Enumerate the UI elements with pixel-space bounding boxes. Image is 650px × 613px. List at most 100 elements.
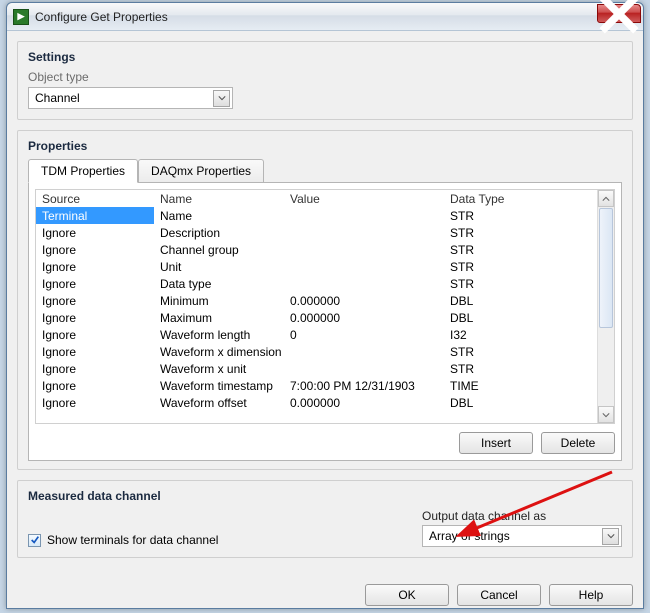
- cell-name[interactable]: Minimum: [154, 292, 284, 309]
- cell-datatype[interactable]: STR: [444, 343, 590, 360]
- table-row[interactable]: IgnoreData type STR: [36, 275, 590, 292]
- cell-source[interactable]: Ignore: [36, 275, 154, 292]
- scroll-up-button[interactable]: [598, 190, 614, 207]
- cell-source[interactable]: Terminal: [36, 207, 154, 224]
- properties-group: Properties TDM Properties DAQmx Properti…: [17, 130, 633, 470]
- scroll-thumb[interactable]: [599, 208, 613, 328]
- table-header-row: Source Name Value Data Type: [36, 190, 590, 207]
- table-row[interactable]: TerminalName STR: [36, 207, 590, 224]
- col-name[interactable]: Name: [154, 190, 284, 207]
- cell-source[interactable]: Ignore: [36, 309, 154, 326]
- output-channel-value: Array of strings: [429, 529, 510, 543]
- cell-name[interactable]: Waveform x dimension: [154, 343, 284, 360]
- cell-source[interactable]: Ignore: [36, 241, 154, 258]
- titlebar[interactable]: ▶ Configure Get Properties: [7, 3, 643, 31]
- cell-name[interactable]: Waveform offset: [154, 394, 284, 411]
- cell-datatype[interactable]: DBL: [444, 309, 590, 326]
- cell-datatype[interactable]: STR: [444, 224, 590, 241]
- object-type-value: Channel: [35, 91, 80, 105]
- cell-name[interactable]: Waveform x unit: [154, 360, 284, 377]
- show-terminals-checkbox[interactable]: [28, 534, 41, 547]
- table-row[interactable]: IgnoreWaveform length0I32: [36, 326, 590, 343]
- cell-name[interactable]: Channel group: [154, 241, 284, 258]
- cell-source[interactable]: Ignore: [36, 224, 154, 241]
- cell-value[interactable]: [284, 275, 444, 292]
- settings-group: Settings Object type Channel: [17, 41, 633, 120]
- col-datatype[interactable]: Data Type: [444, 190, 590, 207]
- cell-datatype[interactable]: DBL: [444, 292, 590, 309]
- measured-group: Measured data channel Show terminals for…: [17, 480, 633, 558]
- insert-button[interactable]: Insert: [459, 432, 533, 454]
- cancel-button[interactable]: Cancel: [457, 584, 541, 606]
- cell-source[interactable]: Ignore: [36, 360, 154, 377]
- cell-value[interactable]: 0: [284, 326, 444, 343]
- footer-buttons: OK Cancel Help: [7, 576, 643, 606]
- cell-datatype[interactable]: I32: [444, 326, 590, 343]
- close-button[interactable]: [597, 4, 641, 23]
- cell-value[interactable]: [284, 343, 444, 360]
- cell-value[interactable]: [284, 241, 444, 258]
- cell-name[interactable]: Name: [154, 207, 284, 224]
- cell-source[interactable]: Ignore: [36, 326, 154, 343]
- table-row[interactable]: IgnoreChannel group STR: [36, 241, 590, 258]
- cell-value[interactable]: [284, 224, 444, 241]
- cell-source[interactable]: Ignore: [36, 258, 154, 275]
- cell-value[interactable]: 7:00:00 PM 12/31/1903: [284, 377, 444, 394]
- cell-datatype[interactable]: DBL: [444, 394, 590, 411]
- cell-name[interactable]: Maximum: [154, 309, 284, 326]
- properties-title: Properties: [28, 139, 622, 153]
- tab-tdm-properties[interactable]: TDM Properties: [28, 159, 138, 183]
- window-title: Configure Get Properties: [35, 10, 168, 24]
- cell-datatype[interactable]: STR: [444, 258, 590, 275]
- ok-button[interactable]: OK: [365, 584, 449, 606]
- delete-button[interactable]: Delete: [541, 432, 615, 454]
- cell-source[interactable]: Ignore: [36, 377, 154, 394]
- cell-name[interactable]: Description: [154, 224, 284, 241]
- object-type-combo[interactable]: Channel: [28, 87, 233, 109]
- col-value[interactable]: Value: [284, 190, 444, 207]
- cell-datatype[interactable]: STR: [444, 275, 590, 292]
- cell-datatype[interactable]: STR: [444, 360, 590, 377]
- table-row[interactable]: IgnoreWaveform x dimension STR: [36, 343, 590, 360]
- table-row[interactable]: IgnoreWaveform offset0.000000DBL: [36, 394, 590, 411]
- cell-datatype[interactable]: STR: [444, 241, 590, 258]
- cell-source[interactable]: Ignore: [36, 292, 154, 309]
- properties-table[interactable]: Source Name Value Data Type TerminalName…: [36, 190, 590, 411]
- cell-value[interactable]: 0.000000: [284, 394, 444, 411]
- close-icon: [598, 0, 640, 35]
- cell-datatype[interactable]: STR: [444, 207, 590, 224]
- tab-panel: Source Name Value Data Type TerminalName…: [28, 182, 622, 461]
- output-channel-label: Output data channel as: [422, 509, 622, 523]
- cell-source[interactable]: Ignore: [36, 343, 154, 360]
- check-icon: [30, 535, 40, 545]
- cell-value[interactable]: [284, 360, 444, 377]
- cell-value[interactable]: [284, 258, 444, 275]
- help-button[interactable]: Help: [549, 584, 633, 606]
- cell-name[interactable]: Waveform length: [154, 326, 284, 343]
- settings-title: Settings: [28, 50, 622, 64]
- tab-daqmx-properties[interactable]: DAQmx Properties: [138, 159, 264, 183]
- col-source[interactable]: Source: [36, 190, 154, 207]
- cell-name[interactable]: Data type: [154, 275, 284, 292]
- properties-table-wrap: Source Name Value Data Type TerminalName…: [35, 189, 615, 424]
- table-row[interactable]: IgnoreUnit STR: [36, 258, 590, 275]
- table-row[interactable]: IgnoreMaximum0.000000DBL: [36, 309, 590, 326]
- measured-title: Measured data channel: [28, 489, 622, 503]
- cell-datatype[interactable]: TIME: [444, 377, 590, 394]
- table-row[interactable]: IgnoreMinimum0.000000DBL: [36, 292, 590, 309]
- table-row[interactable]: IgnoreWaveform timestamp7:00:00 PM 12/31…: [36, 377, 590, 394]
- cell-name[interactable]: Waveform timestamp: [154, 377, 284, 394]
- table-row[interactable]: IgnoreWaveform x unit STR: [36, 360, 590, 377]
- output-channel-combo[interactable]: Array of strings: [422, 525, 622, 547]
- scrollbar[interactable]: [597, 190, 614, 423]
- table-row[interactable]: IgnoreDescription STR: [36, 224, 590, 241]
- cell-name[interactable]: Unit: [154, 258, 284, 275]
- app-icon: ▶: [13, 9, 29, 25]
- tabs: TDM Properties DAQmx Properties: [28, 159, 622, 183]
- cell-source[interactable]: Ignore: [36, 394, 154, 411]
- cell-value[interactable]: [284, 207, 444, 224]
- scroll-down-button[interactable]: [598, 406, 614, 423]
- cell-value[interactable]: 0.000000: [284, 309, 444, 326]
- cell-value[interactable]: 0.000000: [284, 292, 444, 309]
- chevron-down-icon: [213, 90, 230, 107]
